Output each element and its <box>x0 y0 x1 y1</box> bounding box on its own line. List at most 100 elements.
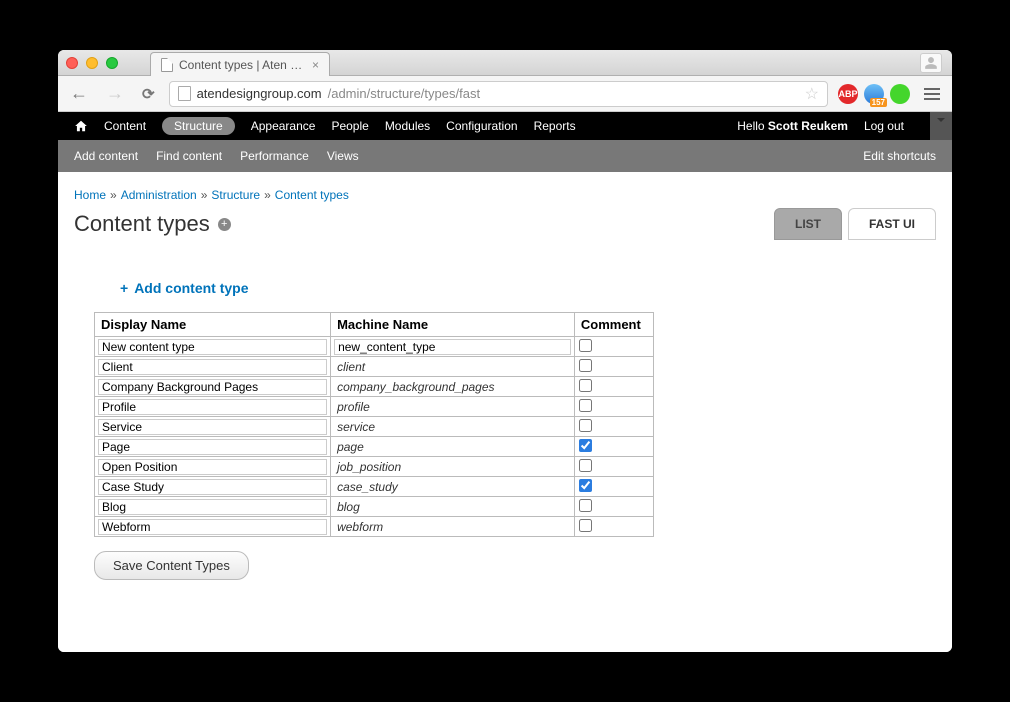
col-comment: Comment <box>574 313 653 337</box>
breadcrumb-home[interactable]: Home <box>74 188 106 202</box>
col-machine-name: Machine Name <box>331 313 575 337</box>
machine-name-cell: webform <box>331 517 575 537</box>
display-name-input[interactable] <box>98 479 327 495</box>
breadcrumb: Home»Administration»Structure»Content ty… <box>74 188 936 202</box>
col-display-name: Display Name <box>95 313 331 337</box>
display-name-input[interactable] <box>98 399 327 415</box>
tab-list[interactable]: LIST <box>774 208 842 240</box>
add-icon[interactable]: + <box>218 218 231 231</box>
machine-name-cell: profile <box>331 397 575 417</box>
comment-checkbox[interactable] <box>579 479 592 492</box>
machine-name-cell: blog <box>331 497 575 517</box>
abp-extension-icon[interactable]: ABP <box>838 84 858 104</box>
admin-menu-appearance[interactable]: Appearance <box>251 119 316 133</box>
breadcrumb-structure[interactable]: Structure <box>211 188 260 202</box>
new-machine-name-input[interactable] <box>334 339 571 355</box>
table-row: webform <box>95 517 654 537</box>
profile-button[interactable] <box>920 53 942 73</box>
comment-checkbox[interactable] <box>579 379 592 392</box>
titlebar: Content types | Aten Desig × <box>58 50 952 76</box>
shortcut-bar: Add contentFind contentPerformanceViews … <box>58 140 952 172</box>
machine-name-cell: case_study <box>331 477 575 497</box>
breadcrumb-separator: » <box>110 188 117 202</box>
display-name-input[interactable] <box>98 519 327 535</box>
edit-shortcuts-link[interactable]: Edit shortcuts <box>863 149 936 163</box>
content-types-table: Display Name Machine Name Comment client… <box>94 312 654 537</box>
shortcut-views[interactable]: Views <box>327 149 359 163</box>
browser-menu-button[interactable] <box>920 84 944 104</box>
back-button[interactable]: ← <box>66 83 92 104</box>
save-content-types-button[interactable]: Save Content Types <box>94 551 249 580</box>
table-row: profile <box>95 397 654 417</box>
zoom-window[interactable] <box>106 57 118 69</box>
new-comment-checkbox[interactable] <box>579 339 592 352</box>
reload-button[interactable]: ⟳ <box>138 85 159 103</box>
site-icon <box>178 86 191 101</box>
display-name-input[interactable] <box>98 459 327 475</box>
breadcrumb-administration[interactable]: Administration <box>121 188 197 202</box>
shortcut-performance[interactable]: Performance <box>240 149 309 163</box>
comment-checkbox[interactable] <box>579 439 592 452</box>
table-row: service <box>95 417 654 437</box>
url-field[interactable]: atendesigngroup.com/admin/structure/type… <box>169 81 828 107</box>
display-name-input[interactable] <box>98 499 327 515</box>
machine-name-cell: client <box>331 357 575 377</box>
breadcrumb-separator: » <box>264 188 271 202</box>
comment-checkbox[interactable] <box>579 399 592 412</box>
plus-icon: + <box>120 280 128 296</box>
machine-name-cell: company_background_pages <box>331 377 575 397</box>
minimize-window[interactable] <box>86 57 98 69</box>
admin-menu-configuration[interactable]: Configuration <box>446 119 517 133</box>
machine-name-cell: page <box>331 437 575 457</box>
hello-user: Hello Scott Reukem <box>737 119 848 133</box>
comment-checkbox[interactable] <box>579 359 592 372</box>
forward-button[interactable]: → <box>102 83 128 104</box>
tab-title: Content types | Aten Desig <box>179 58 306 72</box>
display-name-input[interactable] <box>98 359 327 375</box>
display-name-input[interactable] <box>98 379 327 395</box>
feed-extension-icon[interactable] <box>864 84 884 104</box>
new-display-name-input[interactable] <box>98 339 327 355</box>
browser-window: Content types | Aten Desig × ← → ⟳ atend… <box>58 50 952 652</box>
shortcut-add-content[interactable]: Add content <box>74 149 138 163</box>
admin-menu-people[interactable]: People <box>331 119 368 133</box>
bookmark-star-icon[interactable]: ☆ <box>805 84 819 104</box>
comment-checkbox[interactable] <box>579 459 592 472</box>
traffic-lights <box>66 57 118 69</box>
breadcrumb-separator: » <box>201 188 208 202</box>
close-window[interactable] <box>66 57 78 69</box>
table-row-new <box>95 337 654 357</box>
admin-menu-content[interactable]: Content <box>104 119 146 133</box>
browser-tab[interactable]: Content types | Aten Desig × <box>150 52 330 76</box>
page-title-row: Content types + LIST FAST UI <box>74 208 936 240</box>
admin-menu-reports[interactable]: Reports <box>534 119 576 133</box>
table-row: page <box>95 437 654 457</box>
tab-fast-ui[interactable]: FAST UI <box>848 208 936 240</box>
machine-name-cell: job_position <box>331 457 575 477</box>
close-tab-icon[interactable]: × <box>312 58 319 72</box>
display-name-input[interactable] <box>98 439 327 455</box>
comment-checkbox[interactable] <box>579 419 592 432</box>
admin-menu-modules[interactable]: Modules <box>385 119 430 133</box>
url-host: atendesigngroup.com <box>197 86 322 101</box>
breadcrumb-content-types[interactable]: Content types <box>275 188 349 202</box>
logout-link[interactable]: Log out <box>864 119 904 133</box>
home-icon[interactable] <box>74 119 88 133</box>
add-content-type-link[interactable]: + Add content type <box>120 280 249 296</box>
shortcut-find-content[interactable]: Find content <box>156 149 222 163</box>
extension-icons: ABP <box>838 84 910 104</box>
machine-name-cell: service <box>331 417 575 437</box>
view-tabs: LIST FAST UI <box>774 208 936 240</box>
table-row: client <box>95 357 654 377</box>
display-name-input[interactable] <box>98 419 327 435</box>
url-path: /admin/structure/types/fast <box>328 86 480 101</box>
admin-top-menu: Content Structure Appearance People Modules C… <box>58 112 952 140</box>
admin-drop-toggle[interactable] <box>930 112 952 140</box>
table-row: job_position <box>95 457 654 477</box>
admin-menu-structure[interactable]: Structure <box>162 117 235 135</box>
page-content: Home»Administration»Structure»Content ty… <box>58 172 952 652</box>
add-content-type-label: Add content type <box>134 280 248 296</box>
comment-checkbox[interactable] <box>579 499 592 512</box>
chat-extension-icon[interactable] <box>890 84 910 104</box>
comment-checkbox[interactable] <box>579 519 592 532</box>
